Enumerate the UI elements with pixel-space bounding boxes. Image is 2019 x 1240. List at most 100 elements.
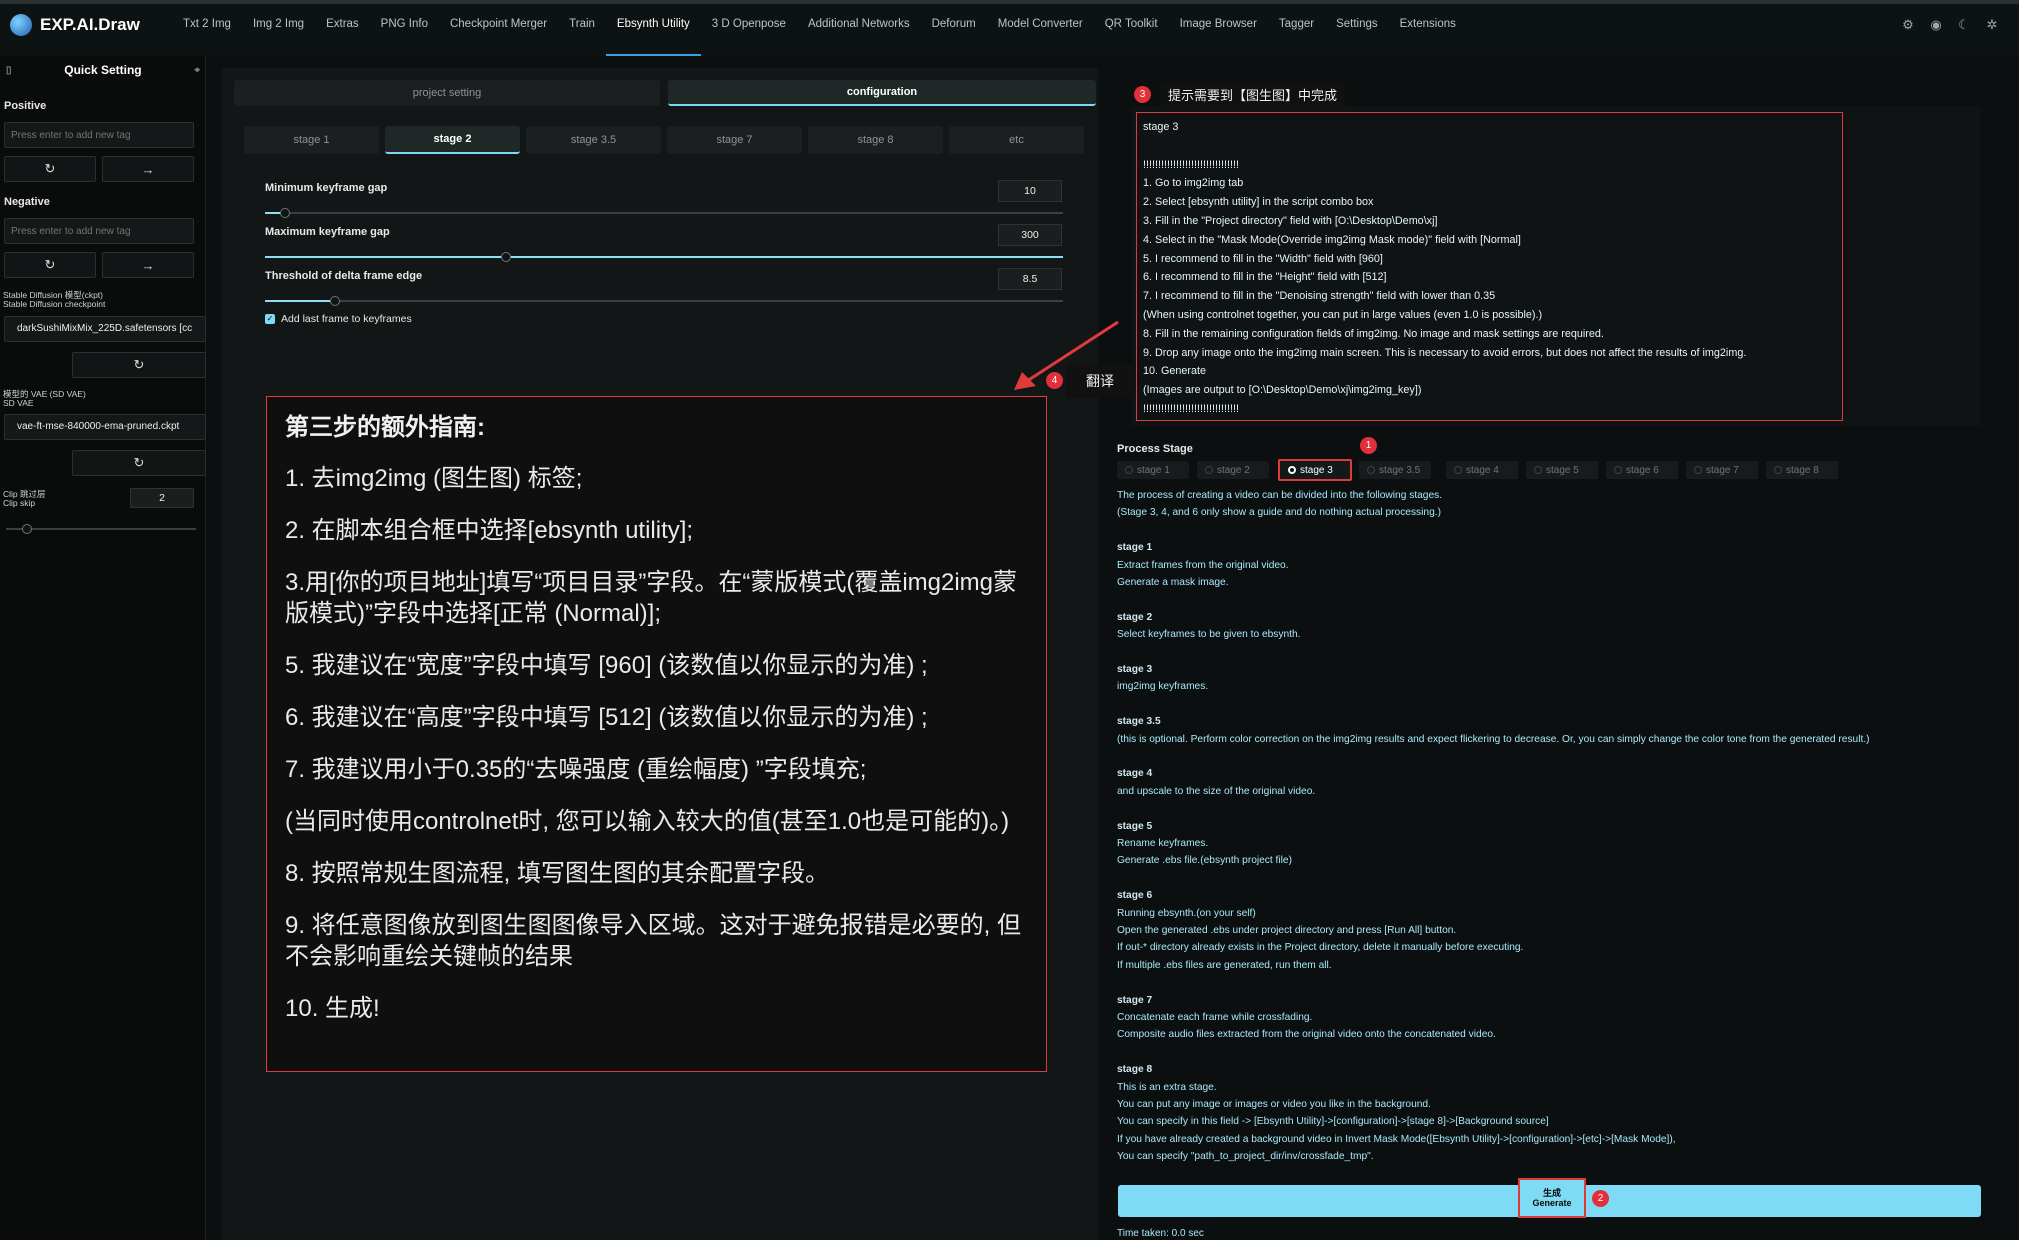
nav-item[interactable]: PNG Info <box>370 18 439 50</box>
quick-setting-title: Quick Setting <box>64 63 142 77</box>
guide-line: 9. Drop any image onto the img2img main … <box>1143 346 1747 359</box>
description-line: This is an extra stage. <box>1117 1081 1217 1093</box>
threshold-input[interactable]: 8.5 <box>998 268 1062 290</box>
nav-item[interactable]: Image Browser <box>1169 18 1268 50</box>
refresh-negative-button[interactable]: ↻ <box>4 252 96 278</box>
vae-select[interactable]: vae-ft-mse-840000-ema-pruned.ckpt <box>4 414 206 440</box>
description-line <box>1117 644 1870 661</box>
moon-icon[interactable]: ☾ <box>1957 18 1971 32</box>
nav-item[interactable]: Extensions <box>1389 18 1467 50</box>
stage-heading: stage 8 <box>1117 1064 1153 1076</box>
send-positive-button[interactable]: → <box>102 156 194 182</box>
max-gap-fill <box>265 256 1063 258</box>
clip-skip-input[interactable]: 2 <box>130 488 194 508</box>
stage-radio[interactable]: stage 3.5 <box>1359 461 1431 479</box>
stage-tab[interactable]: etc <box>949 126 1084 154</box>
description-line: The process of creating a video can be d… <box>1117 490 1443 501</box>
stage-tab[interactable]: stage 3.5 <box>526 126 661 154</box>
stage-heading: stage 2 <box>1117 611 1153 623</box>
stage-radio[interactable]: stage 7 <box>1686 461 1758 479</box>
nav-item[interactable]: Ebsynth Utility <box>605 18 701 56</box>
negative-tag-input[interactable] <box>4 218 194 244</box>
ckpt-label: Stable Diffusion 模型(ckpt) Stable Diffusi… <box>3 291 105 309</box>
refresh-vae-button[interactable]: ↻ <box>72 450 206 476</box>
annotation-badge-1: 1 <box>1360 437 1377 454</box>
add-last-frame-row[interactable]: ✓ Add last frame to keyframes <box>265 313 412 325</box>
guide-line <box>1143 137 1836 156</box>
tab-project-setting[interactable]: project setting <box>234 80 660 106</box>
description-line <box>1117 870 1870 887</box>
stage-radio[interactable]: stage 3 <box>1278 459 1352 481</box>
radio-dot-icon <box>1454 466 1462 474</box>
stage3-guide-textbox[interactable]: stage 3!!!!!!!!!!!!!!!!!!!!!!!!!!!!!!!! 1… <box>1136 112 1843 421</box>
clip-skip-thumb[interactable] <box>22 524 32 534</box>
guide-line: 1. Go to img2img tab <box>1143 177 1244 190</box>
stage-radio[interactable]: stage 8 <box>1766 461 1838 479</box>
github-icon[interactable]: ◉ <box>1929 18 1943 32</box>
clip-skip-label: Clip 跳过层 Clip skip <box>3 490 46 508</box>
description-line: If out-* directory already exists in the… <box>1117 942 1524 954</box>
description-line <box>1117 1044 1870 1061</box>
threshold-slider[interactable] <box>265 296 1063 306</box>
nav-item[interactable]: Deforum <box>921 18 987 50</box>
stage-radio-label: stage 3 <box>1300 464 1333 476</box>
nav-item[interactable]: Additional Networks <box>797 18 921 50</box>
app-logo[interactable]: EXP.AI.Draw <box>10 14 140 36</box>
nav-item[interactable]: Extras <box>315 18 370 50</box>
arrow-right-icon: → <box>141 161 155 177</box>
stage-tab[interactable]: stage 1 <box>244 126 379 154</box>
translation-line: 6. 我建议在“高度”字段中填写 [512] (该数值以你显示的为准) ; <box>285 704 928 731</box>
nav-item[interactable]: Model Converter <box>987 18 1094 50</box>
description-line: (Stage 3, 4, and 6 only show a guide and… <box>1117 507 1441 519</box>
collapse-icon[interactable]: ▯ <box>6 65 12 76</box>
stage-radio[interactable]: stage 2 <box>1197 461 1269 479</box>
arrow-right-icon: → <box>141 257 155 273</box>
max-gap-slider[interactable] <box>265 252 1063 262</box>
checkpoint-select[interactable]: darkSushiMixMix_225D.safetensors [cc <box>4 316 206 342</box>
process-stage-label: Process Stage <box>1117 443 1193 455</box>
positive-label: Positive <box>4 100 47 112</box>
stage-tab[interactable]: stage 2 <box>385 126 520 154</box>
stage-radio[interactable]: stage 6 <box>1606 461 1678 479</box>
pin-icon[interactable]: ⌖ <box>194 65 200 76</box>
generate-button-label[interactable]: 生成 Generate <box>1518 1178 1586 1218</box>
description-line: img2img keyframes. <box>1117 681 1209 693</box>
max-gap-input[interactable]: 300 <box>998 224 1062 246</box>
send-negative-button[interactable]: → <box>102 252 194 278</box>
min-gap-thumb[interactable] <box>280 208 290 218</box>
description-line: (this is optional. Perform color correct… <box>1117 733 1870 745</box>
min-gap-input[interactable]: 10 <box>998 180 1062 202</box>
clip-skip-slider[interactable] <box>6 524 196 534</box>
nav-item[interactable]: Img 2 Img <box>242 18 315 50</box>
stage-radio-label: stage 5 <box>1546 464 1579 476</box>
nav-item[interactable]: Train <box>558 18 606 50</box>
radio-dot-icon <box>1205 466 1213 474</box>
nav-item[interactable]: Txt 2 Img <box>172 18 242 50</box>
stage-radio[interactable]: stage 5 <box>1526 461 1598 479</box>
description-line: Composite audio files extracted from the… <box>1117 1029 1496 1041</box>
stage-tab[interactable]: stage 8 <box>808 126 943 154</box>
generate-label-en: Generate <box>1532 1198 1572 1208</box>
max-gap-thumb[interactable] <box>501 252 511 262</box>
stage-tab[interactable]: stage 7 <box>667 126 802 154</box>
checkbox-checked-icon[interactable]: ✓ <box>265 314 275 324</box>
settings-icon[interactable]: ✲ <box>1985 18 1999 32</box>
refresh-positive-button[interactable]: ↻ <box>4 156 96 182</box>
tab-configuration[interactable]: configuration <box>668 80 1096 106</box>
min-gap-slider[interactable] <box>265 208 1063 218</box>
gear-icon[interactable]: ⚙ <box>1901 18 1915 32</box>
stage-radio[interactable]: stage 1 <box>1117 461 1189 479</box>
stage-radio[interactable]: stage 4 <box>1446 461 1518 479</box>
guide-line: (Images are output to [O:\Desktop\Demo\x… <box>1143 384 1422 397</box>
refresh-ckpt-button[interactable]: ↻ <box>72 352 206 378</box>
stage-heading: stage 4 <box>1117 768 1153 780</box>
threshold-thumb[interactable] <box>330 296 340 306</box>
radio-dot-icon <box>1367 466 1375 474</box>
translation-box: 第三步的额外指南: 1. 去img2img (图生图) 标签; 2. 在脚本组合框… <box>266 396 1047 1072</box>
nav-item[interactable]: 3 D Openpose <box>701 18 797 50</box>
nav-item[interactable]: Checkpoint Merger <box>439 18 558 50</box>
nav-item[interactable]: Settings <box>1325 18 1389 50</box>
nav-item[interactable]: QR Toolkit <box>1094 18 1169 50</box>
nav-item[interactable]: Tagger <box>1268 18 1325 50</box>
positive-tag-input[interactable] <box>4 122 194 148</box>
